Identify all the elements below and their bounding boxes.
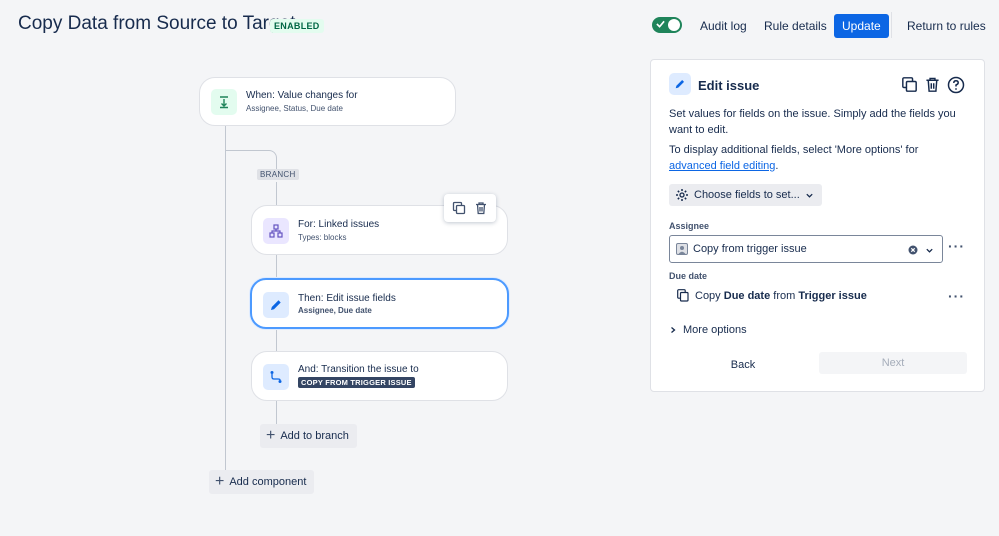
assignee-more-icon[interactable]: ···	[948, 239, 965, 253]
branch-label: BRANCH	[257, 169, 299, 180]
audit-log-button[interactable]: Audit log	[692, 14, 755, 38]
trigger-title: When: Value changes for	[246, 90, 358, 101]
back-button[interactable]: Back	[721, 354, 765, 376]
trigger-subtitle: Assignee, Status, Due date	[246, 104, 343, 113]
panel-title: Edit issue	[698, 78, 760, 93]
help-icon[interactable]	[947, 76, 965, 94]
pencil-icon	[669, 73, 691, 95]
update-button[interactable]: Update	[834, 14, 889, 38]
choose-fields-button[interactable]: Choose fields to set...	[669, 184, 822, 206]
branch-subtitle: Types: blocks	[298, 233, 347, 242]
add-component-button[interactable]: + Add component	[209, 470, 315, 494]
clear-icon[interactable]	[908, 245, 918, 255]
edit-subtitle: Assignee, Due date	[298, 306, 372, 315]
panel-description: Set values for fields on the issue. Simp…	[669, 108, 956, 136]
rule-details-button[interactable]: Rule details	[756, 14, 835, 38]
add-component-label: Add component	[229, 476, 307, 488]
main-connector	[225, 126, 226, 470]
duplicate-icon[interactable]	[901, 76, 918, 93]
plus-icon: +	[215, 473, 225, 490]
choose-fields-label: Choose fields to set...	[694, 189, 800, 201]
transition-icon	[263, 364, 289, 390]
transition-status-lozenge: COPY FROM TRIGGER ISSUE	[298, 377, 415, 388]
branch-title: For: Linked issues	[298, 219, 380, 230]
chevron-right-icon	[671, 327, 676, 333]
assignee-value: Copy from trigger issue	[693, 243, 807, 255]
header-divider	[891, 12, 892, 38]
add-to-branch-label: Add to branch	[280, 430, 349, 442]
page-title: Copy Data from Source to Target	[18, 13, 296, 34]
due-date-more-icon[interactable]: ···	[948, 289, 965, 303]
assignee-select[interactable]: Copy from trigger issue	[669, 235, 943, 263]
trigger-card[interactable]: When: Value changes for Assignee, Status…	[199, 77, 456, 126]
pencil-icon	[263, 292, 289, 318]
due-date-copy-row: Copy Due date from Trigger issue	[677, 289, 867, 302]
rule-enabled-toggle[interactable]	[652, 17, 682, 33]
edit-title: Then: Edit issue fields	[298, 293, 396, 304]
avatar-icon	[676, 243, 688, 255]
more-options-label: More options	[683, 324, 747, 336]
check-icon	[656, 20, 665, 28]
transition-card[interactable]: And: Transition the issue to COPY FROM T…	[251, 351, 508, 401]
trigger-icon	[211, 89, 237, 115]
add-to-branch-button[interactable]: + Add to branch	[260, 424, 357, 448]
delete-icon[interactable]	[924, 76, 941, 93]
chevron-down-icon[interactable]	[925, 246, 934, 255]
assignee-label: Assignee	[669, 221, 710, 231]
status-badge: ENABLED	[270, 19, 324, 33]
chevron-down-icon	[806, 193, 813, 198]
edit-issue-card[interactable]: Then: Edit issue fields Assignee, Due da…	[250, 278, 509, 329]
plus-icon: +	[266, 427, 276, 444]
copy-icon	[677, 289, 689, 302]
duplicate-icon[interactable]	[452, 201, 466, 215]
card-actions-toolbar	[444, 194, 496, 222]
due-date-label: Due date	[669, 271, 708, 281]
transition-title: And: Transition the issue to	[298, 364, 419, 375]
branch-connector	[225, 150, 277, 170]
edit-issue-panel: Edit issue Set values for fields on the …	[650, 59, 985, 392]
delete-icon[interactable]	[474, 201, 488, 215]
gear-icon	[676, 189, 688, 201]
more-options-toggle[interactable]: More options	[669, 324, 747, 336]
panel-more-text: To display additional fields, select 'Mo…	[669, 144, 919, 172]
hierarchy-icon	[263, 218, 289, 244]
advanced-field-editing-link[interactable]: advanced field editing	[669, 160, 775, 172]
return-to-rules-button[interactable]: Return to rules	[899, 14, 994, 38]
next-button[interactable]: Next	[819, 352, 967, 374]
